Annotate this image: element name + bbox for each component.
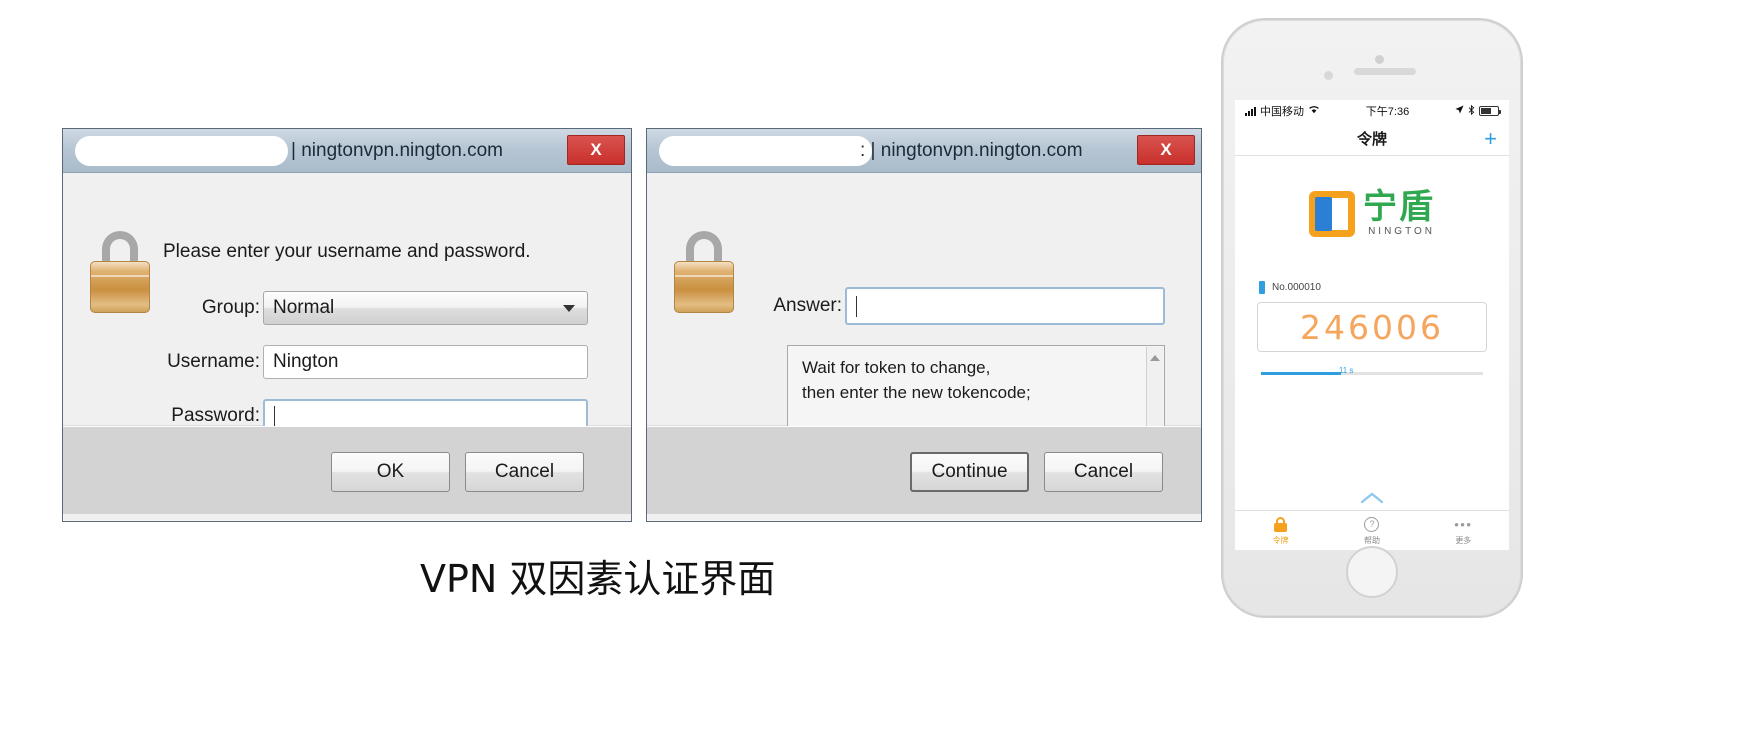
tab-help[interactable]: ? 帮助	[1326, 511, 1417, 550]
status-bar-left: 中国移动	[1245, 103, 1320, 119]
token-code: 246006	[1300, 307, 1444, 347]
token-countdown: 11 s	[1261, 366, 1483, 380]
tab-more-label: 更多	[1455, 535, 1472, 545]
logo-english-name: NINGTON	[1368, 226, 1435, 237]
username-input[interactable]: Nington	[263, 345, 588, 379]
login-dialog-body: Please enter your username and password.…	[63, 173, 631, 433]
username-input-value: Nington	[273, 351, 339, 372]
password-label: Password:	[171, 405, 260, 426]
wifi-icon	[1308, 105, 1320, 117]
cellular-signal-icon	[1245, 106, 1256, 116]
chevron-down-icon	[563, 305, 575, 312]
login-dialog-footer: OK Cancel	[63, 426, 631, 514]
question-circle-icon: ?	[1364, 516, 1380, 533]
front-camera-icon	[1375, 55, 1384, 64]
token-serial-row: No.000010	[1259, 281, 1509, 294]
challenge-title-redaction	[659, 136, 872, 166]
ellipsis-icon: •••	[1454, 516, 1473, 532]
carrier-label: 中国移动	[1260, 106, 1304, 118]
status-bar-time: 下午7:36	[1365, 106, 1410, 118]
group-label: Group:	[201, 297, 260, 318]
group-select-value: Normal	[273, 297, 335, 318]
location-arrow-icon	[1455, 105, 1464, 117]
login-dialog-title: | ningtonvpn.nington.com	[291, 139, 503, 161]
countdown-label: 11 s	[1338, 366, 1354, 375]
ok-button[interactable]: OK	[331, 452, 450, 492]
vpn-login-dialog: | ningtonvpn.nington.com X Please enter …	[62, 128, 632, 522]
logo-chinese-name: 宁盾	[1363, 187, 1435, 227]
challenge-dialog-footer: Continue Cancel	[647, 426, 1201, 514]
login-title-redaction	[75, 136, 288, 166]
scroll-up-icon[interactable]	[1150, 355, 1160, 361]
challenge-message-line-1: Wait for token to change,	[802, 358, 991, 377]
answer-input[interactable]	[845, 287, 1165, 325]
nington-logo-text: 宁盾 NINGTON	[1363, 190, 1435, 237]
home-button[interactable]	[1346, 546, 1398, 598]
token-serial-label: No.000010	[1272, 282, 1321, 293]
challenge-cancel-button[interactable]: Cancel	[1044, 452, 1163, 492]
add-token-button[interactable]: +	[1484, 127, 1497, 150]
tab-help-label: 帮助	[1363, 535, 1380, 545]
figure-caption: VPN 双因素认证界面	[420, 557, 776, 601]
token-code-box[interactable]: 246006	[1257, 302, 1487, 352]
bluetooth-icon	[1468, 104, 1475, 118]
status-bar-right	[1455, 104, 1501, 118]
login-cancel-button[interactable]: Cancel	[465, 452, 584, 492]
answer-label: Answer:	[773, 295, 842, 316]
challenge-dialog-title: : | ningtonvpn.nington.com	[860, 139, 1083, 161]
status-bar: 中国移动 下午7:36	[1235, 100, 1509, 122]
nington-logo: 宁盾 NINGTON	[1235, 190, 1509, 237]
text-caret	[274, 405, 275, 427]
tab-token[interactable]: 令牌	[1235, 511, 1326, 550]
login-close-button[interactable]: X	[567, 135, 625, 165]
username-label: Username:	[167, 351, 260, 372]
login-prompt-text: Please enter your username and password.	[163, 241, 531, 262]
login-dialog-titlebar: | ningtonvpn.nington.com X	[63, 129, 631, 173]
iphone-mockup: 中国移动 下午7:36 令牌 + 宁盾 NINGTON No.000010 24…	[1221, 18, 1523, 618]
phone-screen: 中国移动 下午7:36 令牌 + 宁盾 NINGTON No.000010 24…	[1235, 100, 1509, 550]
countdown-fill	[1261, 372, 1341, 375]
nav-bar: 令牌 +	[1235, 122, 1509, 156]
tab-bar: 令牌 ? 帮助 ••• 更多	[1235, 510, 1509, 550]
challenge-dialog-body: Answer: Wait for token to change, then e…	[647, 173, 1201, 445]
battery-icon	[1479, 106, 1501, 116]
vpn-challenge-dialog: : | ningtonvpn.nington.com X Answer: Wai…	[646, 128, 1202, 522]
page-title: 令牌	[1356, 131, 1387, 148]
continue-button[interactable]: Continue	[910, 452, 1029, 492]
challenge-close-button[interactable]: X	[1137, 135, 1195, 165]
lock-icon	[1274, 516, 1288, 533]
challenge-dialog-titlebar: : | ningtonvpn.nington.com X	[647, 129, 1201, 173]
text-caret	[856, 295, 857, 317]
nington-logo-mark	[1309, 190, 1355, 237]
tab-more[interactable]: ••• 更多	[1418, 511, 1509, 550]
challenge-message-line-2: then enter the new tokencode;	[802, 382, 1031, 402]
earpiece-speaker	[1354, 68, 1416, 75]
sensor-icon	[1324, 71, 1333, 80]
group-select[interactable]: Normal	[263, 291, 588, 325]
tab-token-label: 令牌	[1272, 535, 1289, 545]
serial-marker-icon	[1259, 281, 1265, 294]
chevron-up-icon[interactable]	[1360, 491, 1384, 504]
screenshot-root: | ningtonvpn.nington.com X Please enter …	[0, 0, 1759, 730]
